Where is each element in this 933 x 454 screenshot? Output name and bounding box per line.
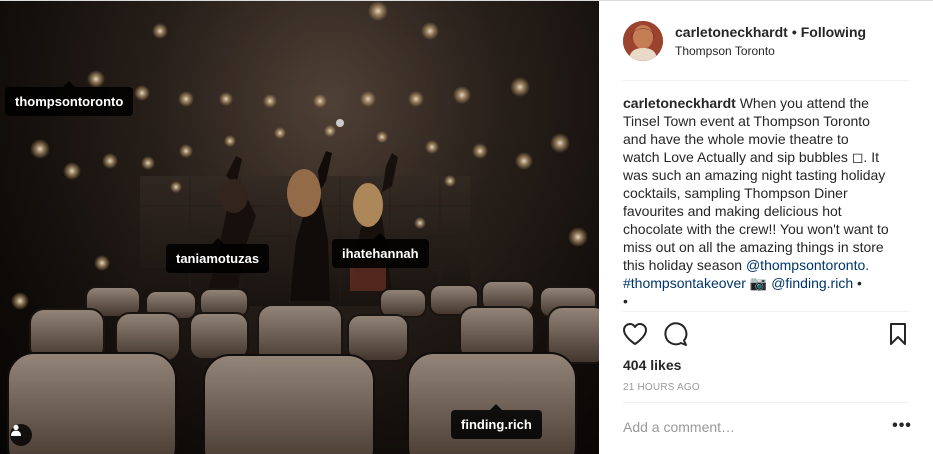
comment-button[interactable] bbox=[660, 319, 690, 349]
like-button[interactable] bbox=[620, 319, 650, 349]
caption-text: When you attend the Tinsel Town event at… bbox=[623, 95, 889, 273]
bookmark-icon bbox=[890, 323, 906, 345]
header-user-line: carletoneckhardt • Following bbox=[675, 24, 866, 40]
caption-camera-emoji: 📷 bbox=[745, 275, 772, 291]
comment-icon bbox=[664, 322, 688, 346]
post-timestamp[interactable]: 21 HOURS AGO bbox=[623, 382, 700, 393]
caption-username[interactable]: carletoneckhardt bbox=[623, 95, 736, 111]
caption-tail: • bbox=[853, 275, 862, 291]
following-button[interactable]: Following bbox=[801, 24, 866, 40]
more-options-icon[interactable]: ••• bbox=[891, 417, 913, 437]
photo-tag-thompsontoronto[interactable]: thompsontoronto bbox=[5, 81, 134, 116]
comment-input[interactable] bbox=[623, 419, 883, 435]
cinema-scene bbox=[0, 1, 599, 454]
likes-count[interactable]: 404 likes bbox=[623, 357, 681, 373]
post: thompsontoronto taniamotuzas ihatehannah… bbox=[0, 0, 933, 454]
photo-tag-ihatehannah[interactable]: ihatehannah bbox=[332, 233, 429, 268]
photo-tag-findingrich[interactable]: finding.rich bbox=[451, 404, 542, 439]
header-separator: • bbox=[791, 24, 797, 40]
post-header: carletoneckhardt • Following Thompson Toro… bbox=[599, 1, 933, 80]
action-bar bbox=[599, 319, 933, 351]
user-tag-button[interactable] bbox=[10, 424, 32, 446]
photo-tag-taniamotuzas[interactable]: taniamotuzas bbox=[166, 238, 270, 273]
post-panel: carletoneckhardt • Following Thompson Toro… bbox=[599, 1, 933, 454]
user-tag-icon bbox=[11, 424, 21, 436]
caption-mention-findingrich[interactable]: @finding.rich bbox=[771, 275, 853, 291]
caption: carletoneckhardt When you attend the Tin… bbox=[623, 94, 889, 310]
header-location[interactable]: Thompson Toronto bbox=[675, 44, 775, 58]
actions-divider bbox=[623, 311, 909, 312]
caption-bullet: • bbox=[623, 293, 628, 309]
caption-hashtag[interactable]: #thompsontakeover bbox=[623, 275, 746, 291]
caption-mention-thompsontoronto[interactable]: @thompsontoronto. bbox=[746, 257, 869, 273]
post-photo[interactable]: thompsontoronto taniamotuzas ihatehannah… bbox=[0, 1, 599, 454]
avatar[interactable] bbox=[623, 21, 663, 61]
avatar-image bbox=[623, 21, 663, 61]
heart-icon bbox=[623, 323, 647, 345]
header-username[interactable]: carletoneckhardt bbox=[675, 24, 788, 40]
save-button[interactable] bbox=[883, 319, 913, 349]
comment-divider bbox=[623, 402, 909, 403]
header-divider bbox=[623, 80, 909, 81]
